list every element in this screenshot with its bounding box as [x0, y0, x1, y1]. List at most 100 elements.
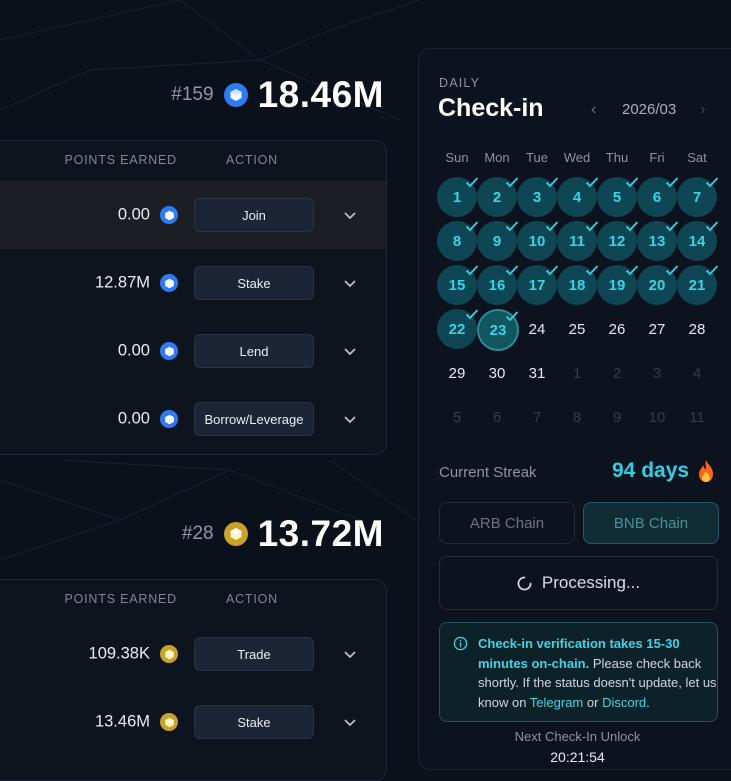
lend-button[interactable]: Lend	[194, 334, 314, 368]
calendar-day[interactable]: 1	[557, 353, 597, 393]
chevron-down-icon[interactable]	[342, 275, 358, 291]
calendar-day[interactable]: 6	[637, 177, 679, 217]
table-row[interactable]: 13.46M Stake	[0, 688, 386, 756]
calendar-day[interactable]: 1	[437, 177, 479, 217]
calendar-day[interactable]: 26	[597, 309, 637, 349]
calendar-day[interactable]: 15	[437, 265, 479, 305]
calendar-day[interactable]: 14	[677, 221, 719, 261]
month-label: 2026/03	[622, 101, 677, 118]
weekday-label: Wed	[563, 150, 591, 165]
points-value: 12.87M	[94, 273, 150, 292]
calendar-day[interactable]: 2	[597, 353, 637, 393]
day-number: 6	[652, 188, 662, 206]
day-number: 15	[448, 276, 466, 294]
streak-label: Current Streak	[439, 464, 537, 481]
column-points-earned: POINTS EARNED	[64, 153, 177, 167]
calendar-day[interactable]: 29	[437, 353, 477, 393]
calendar-day[interactable]: 3	[637, 353, 677, 393]
points-coin-icon	[223, 522, 248, 546]
calendar-day[interactable]: 5	[437, 397, 477, 437]
column-action: ACTION	[225, 592, 278, 606]
table-row[interactable]: 0.00 Lend	[0, 317, 386, 385]
calendar-day[interactable]: 31	[517, 353, 557, 393]
chevron-down-icon[interactable]	[342, 714, 358, 730]
section1-header: #159 18.46M	[171, 74, 384, 116]
calendar-day[interactable]: 17	[517, 265, 559, 305]
borrow-leverage-button[interactable]: Borrow/Leverage	[194, 402, 314, 436]
calendar-day[interactable]: 30	[477, 353, 517, 393]
chevron-down-icon[interactable]	[342, 343, 358, 359]
calendar-day[interactable]: 2	[477, 177, 519, 217]
trade-button[interactable]: Trade	[194, 637, 314, 671]
calendar-day[interactable]: 8	[437, 221, 479, 261]
join-button[interactable]: Join	[194, 198, 314, 232]
check-icon	[505, 221, 519, 232]
calendar-day[interactable]: 28	[677, 309, 717, 349]
calendar-day[interactable]: 27	[637, 309, 677, 349]
spinner-icon	[517, 576, 532, 590]
section2-table: POINTS EARNED ACTION 109.38K Trade 13.46…	[0, 579, 387, 781]
table-row[interactable]: 0.00 Borrow/Leverage	[0, 385, 386, 453]
calendar-day[interactable]: 9	[477, 221, 519, 261]
chevron-left-icon[interactable]: ‹	[591, 101, 596, 119]
chevron-down-icon[interactable]	[342, 207, 358, 223]
check-icon	[545, 177, 559, 188]
calendar-day[interactable]: 16	[477, 265, 519, 305]
day-number: 14	[688, 232, 706, 250]
chevron-down-icon[interactable]	[342, 646, 358, 662]
telegram-link[interactable]: Telegram	[530, 695, 583, 710]
calendar-day[interactable]: 3	[517, 177, 559, 217]
points-coin-icon	[160, 274, 178, 292]
calendar-day[interactable]: 4	[677, 353, 717, 393]
day-number: 1	[572, 364, 582, 382]
calendar-day[interactable]: 20	[637, 265, 679, 305]
calendar-day[interactable]: 11	[677, 397, 717, 437]
total-points: 18.46M	[257, 74, 384, 115]
calendar-day[interactable]: 13	[637, 221, 679, 261]
calendar-day[interactable]: 22	[437, 309, 479, 349]
processing-button[interactable]: Processing...	[439, 556, 718, 610]
check-icon	[585, 177, 599, 188]
calendar-day[interactable]: 7	[677, 177, 719, 217]
check-icon	[625, 177, 639, 188]
bnb-chain-button[interactable]: BNB Chain	[583, 502, 719, 544]
next-unlock-timer: 20:21:54	[550, 749, 605, 765]
calendar-day[interactable]: 8	[557, 397, 597, 437]
calendar-day[interactable]: 25	[557, 309, 597, 349]
day-number: 13	[648, 232, 666, 250]
section1-table: POINTS EARNED ACTION 0.00 Join 12.87M St…	[0, 140, 387, 455]
calendar-day[interactable]: 24	[517, 309, 557, 349]
day-number: 19	[608, 276, 626, 294]
day-number: 10	[528, 232, 546, 250]
table-row[interactable]: 12.87M Stake	[0, 249, 386, 317]
arb-chain-button[interactable]: ARB Chain	[439, 502, 575, 544]
calendar-day-today[interactable]: 23	[477, 309, 519, 351]
calendar-day[interactable]: 4	[557, 177, 599, 217]
calendar-day[interactable]: 9	[597, 397, 637, 437]
calendar-day[interactable]: 7	[517, 397, 557, 437]
calendar-day[interactable]: 11	[557, 221, 599, 261]
weekday-label: Tue	[526, 150, 548, 165]
info-icon	[453, 636, 468, 651]
calendar-day[interactable]: 12	[597, 221, 639, 261]
chevron-right-icon[interactable]: ›	[700, 101, 705, 119]
discord-link[interactable]: Discord	[602, 695, 646, 710]
check-icon	[585, 265, 599, 276]
calendar-day[interactable]: 6	[477, 397, 517, 437]
calendar-day[interactable]: 19	[597, 265, 639, 305]
day-number: 3	[532, 188, 542, 206]
table-row[interactable]: 109.38K Trade	[0, 620, 386, 688]
stake-button[interactable]: Stake	[194, 705, 314, 739]
overline-label: DAILY	[439, 76, 481, 90]
calendar-day[interactable]: 5	[597, 177, 639, 217]
stake-button[interactable]: Stake	[194, 266, 314, 300]
calendar-day[interactable]: 21	[677, 265, 719, 305]
calendar-day[interactable]: 10	[637, 397, 677, 437]
day-number: 5	[612, 188, 622, 206]
calendar-day[interactable]: 10	[517, 221, 559, 261]
table-row[interactable]: 0.00 Join	[0, 181, 386, 249]
calendar-day[interactable]: 18	[557, 265, 599, 305]
column-points-earned: POINTS EARNED	[64, 592, 177, 606]
day-number: 30	[488, 364, 506, 382]
chevron-down-icon[interactable]	[342, 411, 358, 427]
